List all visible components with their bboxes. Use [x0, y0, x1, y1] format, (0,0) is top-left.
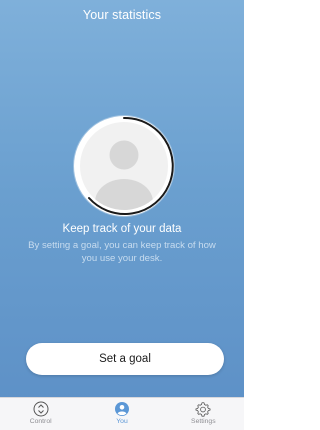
statistics-screen: Your statistics Keep track of your data …: [0, 0, 244, 430]
user-avatar-icon: [73, 115, 175, 217]
empty-state-description: By setting a goal, you can keep track of…: [28, 240, 216, 264]
tab-control[interactable]: Control: [0, 398, 81, 430]
tab-bar: Control You Settings: [0, 397, 244, 430]
set-goal-button[interactable]: Set a goal: [26, 343, 224, 375]
tab-control-label: Control: [29, 418, 52, 425]
tab-settings-label: Settings: [191, 418, 216, 425]
user-icon: [114, 402, 129, 416]
tab-you-label: You: [116, 418, 128, 425]
page-title: Your statistics: [82, 8, 162, 22]
empty-state-headline: Keep track of your data: [62, 223, 182, 235]
gear-icon: [195, 402, 211, 417]
tab-you[interactable]: You: [81, 398, 162, 430]
avatar: [72, 114, 176, 218]
control-arrows-icon: [33, 401, 49, 417]
tab-settings[interactable]: Settings: [163, 398, 244, 430]
